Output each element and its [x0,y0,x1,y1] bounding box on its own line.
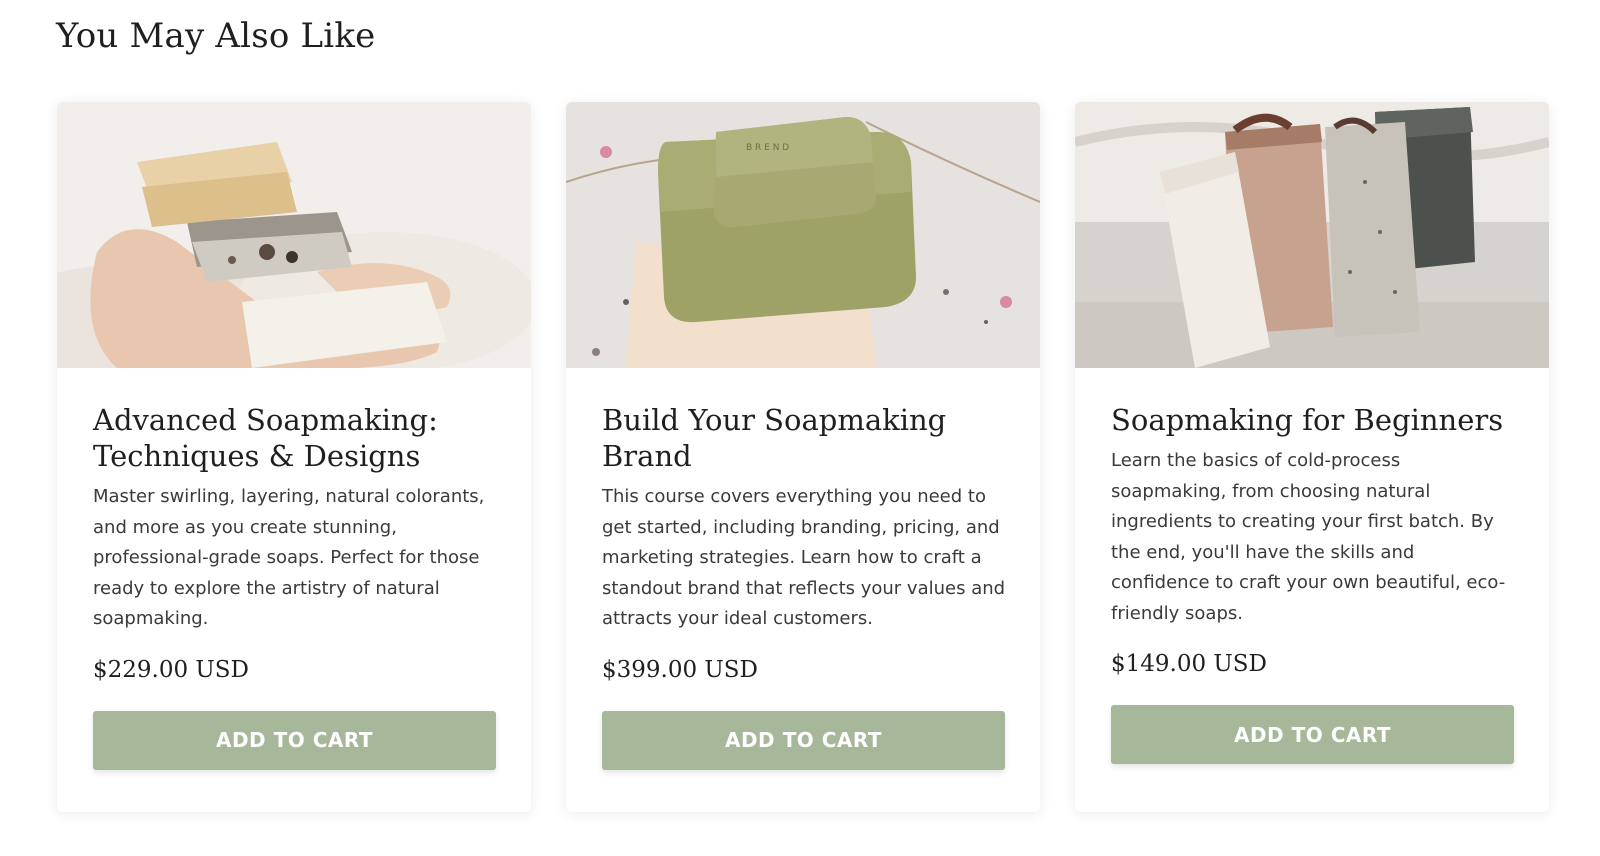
product-price: $229.00 USD [93,656,250,683]
product-title[interactable]: Advanced Soapmaking: Techniques & Design… [93,402,497,474]
add-to-cart-button[interactable]: ADD TO CART [93,710,496,770]
product-price: $399.00 USD [602,656,759,683]
product-description: Master swirling, layering, natural color… [93,486,485,629]
product-description: This course covers everything you need t… [602,486,1006,629]
add-to-cart-button[interactable]: ADD TO CART [1111,705,1514,764]
product-image-green-soap-stack[interactable]: B R E N D [566,102,1040,368]
product-price: $149.00 USD [1111,651,1268,677]
product-title[interactable]: Build Your Soapmaking Brand [602,402,1006,474]
product-card-beginners[interactable]: Soapmaking for Beginners Learn the basic… [1075,102,1549,812]
section-title: You May Also Like [56,16,376,56]
product-image-soap-bars-row[interactable] [1075,102,1549,368]
product-card-body: Soapmaking for Beginners Learn the basic… [1111,402,1515,764]
product-card-body: Build Your Soapmaking Brand This course … [602,402,1006,770]
svg-text:B R E N D: B R E N D [746,143,789,153]
product-card-soapmaking-brand[interactable]: B R E N D Build Your Soapmaking Brand Th… [566,102,1040,812]
product-title[interactable]: Soapmaking for Beginners [1111,402,1515,438]
product-description: Learn the basics of cold-process soapmak… [1111,450,1506,624]
product-card-body: Advanced Soapmaking: Techniques & Design… [93,402,497,770]
add-to-cart-button[interactable]: ADD TO CART [602,710,1005,770]
product-card-advanced-soapmaking[interactable]: Advanced Soapmaking: Techniques & Design… [57,102,531,812]
product-image-hands-holding-soaps[interactable] [57,102,531,368]
